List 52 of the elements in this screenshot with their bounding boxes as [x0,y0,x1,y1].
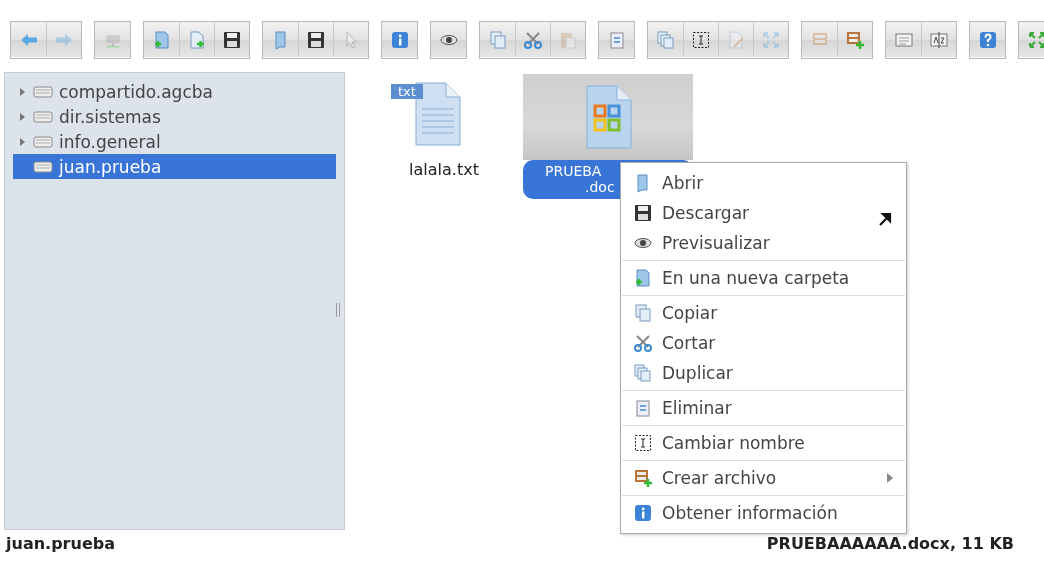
status-selection: PRUEBAAAAAA.docx, 11 KB [766,534,1014,553]
cursor-arrow-icon [877,211,893,227]
toolbar-button[interactable] [683,22,718,57]
tree-item[interactable]: juan.prueba [13,154,336,179]
pages-icon [655,29,676,50]
file-thumbnail[interactable] [523,74,693,160]
toolbar-button[interactable] [298,22,333,57]
copy-icon [487,29,508,50]
clipboard-icon [633,398,653,418]
menu-item[interactable]: Crear archivo [622,463,905,493]
sort-icon [929,29,949,50]
menu-item[interactable]: Copiar [622,298,905,328]
pages-icon [633,363,653,383]
menu-item[interactable]: Cambiar nombre [622,428,905,458]
info-icon [389,29,410,50]
file-name[interactable]: lalala.txt [387,160,479,179]
resize-handle-icon[interactable] [335,303,341,317]
tree-item[interactable]: info.general [13,129,336,154]
scissors-icon [523,29,543,50]
toolbar-button[interactable] [214,22,249,57]
info-icon [633,503,653,523]
expand-arrow-icon[interactable] [19,111,27,122]
text-cursor-icon [633,433,653,453]
menu-item[interactable]: Previsualizar [622,228,905,258]
menu-item[interactable]: Duplicar [622,358,905,388]
arrows-icon [1026,29,1044,50]
menu-item[interactable]: Cortar [622,328,905,358]
scissors-icon [633,333,653,353]
file-type-badge: txt [391,84,423,99]
menu-item[interactable]: Descargar [622,198,905,228]
help-icon [977,29,998,50]
menu-item[interactable]: En una nueva carpeta [622,263,905,293]
text-cursor-icon [691,29,711,50]
expand-arrow-icon[interactable] [19,86,27,97]
drive-icon [33,160,53,173]
tree-item[interactable]: dir.sistemas [13,104,336,129]
tree-item[interactable]: compartido.agcba [13,79,336,104]
folder-plus-icon [633,268,653,288]
copy-icon [633,303,653,323]
drive-icon [33,85,53,98]
menu-item[interactable]: Eliminar [622,393,905,423]
cabinet-plus-icon [845,29,865,50]
drive-icon [33,135,53,148]
cabinet-plus-icon [633,468,653,488]
expand-arrows-icon [761,29,781,50]
drive-icon [33,110,53,123]
expand-arrow-icon[interactable] [19,136,27,147]
status-path: juan.prueba [6,534,115,553]
file-plus-icon [187,29,207,50]
menu-item[interactable]: Obtener información [622,498,905,528]
caret-icon [887,473,893,483]
pencil-page-icon [726,29,746,50]
